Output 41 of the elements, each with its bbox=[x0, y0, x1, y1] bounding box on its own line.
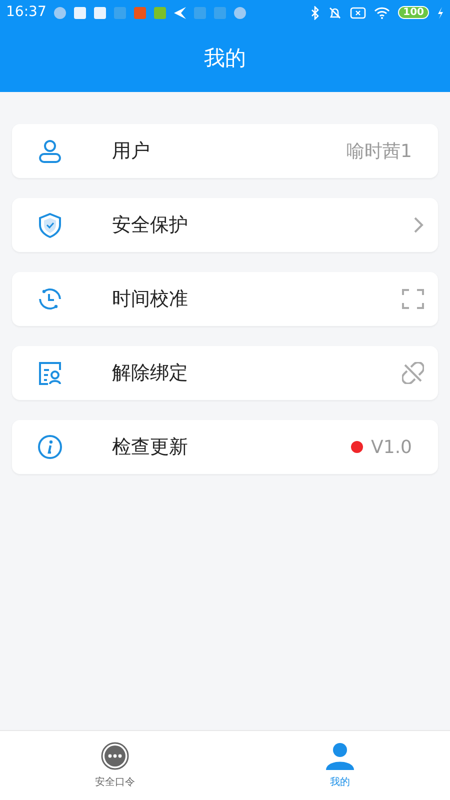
status-time: 16:37 bbox=[6, 3, 46, 22]
id-card-icon bbox=[38, 360, 62, 386]
menu-row[interactable]: 检查更新 V1.0 bbox=[12, 420, 438, 474]
info-icon bbox=[38, 434, 62, 460]
shield-icon bbox=[38, 212, 62, 238]
bluetooth-icon bbox=[310, 6, 320, 20]
user-icon bbox=[38, 138, 62, 164]
battery-indicator: 100 bbox=[398, 6, 429, 19]
row-label: 解除绑定 bbox=[112, 360, 189, 386]
notification-icon bbox=[134, 6, 146, 18]
row-label: 安全保护 bbox=[112, 212, 189, 238]
row-value: 喻时茜1 bbox=[346, 140, 412, 164]
charging-icon bbox=[437, 6, 444, 18]
no-sim-icon bbox=[350, 6, 366, 18]
mute-bell-icon bbox=[328, 6, 342, 20]
menu-row[interactable]: 安全保护 bbox=[12, 198, 438, 252]
unlink-icon bbox=[402, 362, 424, 384]
notification-icon bbox=[154, 6, 166, 18]
menu-row[interactable]: 解除绑定 bbox=[12, 346, 438, 400]
page-title: 我的 bbox=[204, 44, 246, 72]
version-text: V1.0 bbox=[371, 436, 412, 460]
chat-bubble-icon bbox=[100, 741, 130, 771]
wifi-icon bbox=[374, 6, 390, 19]
row-label: 时间校准 bbox=[112, 286, 189, 312]
notification-icon bbox=[54, 6, 66, 18]
row-label: 用户 bbox=[112, 138, 151, 164]
menu-row[interactable]: 用户 喻时茜1 bbox=[12, 124, 438, 178]
notification-icon bbox=[174, 6, 186, 18]
notification-icon bbox=[194, 6, 206, 18]
notification-icon bbox=[114, 6, 126, 18]
notification-icon bbox=[214, 6, 226, 18]
nav-tab[interactable]: 安全口令 bbox=[0, 731, 230, 800]
notification-icon bbox=[234, 6, 246, 18]
chevron-icon bbox=[412, 216, 424, 234]
scan-icon bbox=[402, 289, 424, 309]
menu-row[interactable]: 时间校准 bbox=[12, 272, 438, 326]
notification-icon bbox=[94, 6, 106, 18]
person-icon bbox=[325, 741, 355, 771]
notification-icon bbox=[74, 6, 86, 18]
clock-icon bbox=[38, 286, 62, 312]
row-label: 检查更新 bbox=[112, 434, 189, 460]
